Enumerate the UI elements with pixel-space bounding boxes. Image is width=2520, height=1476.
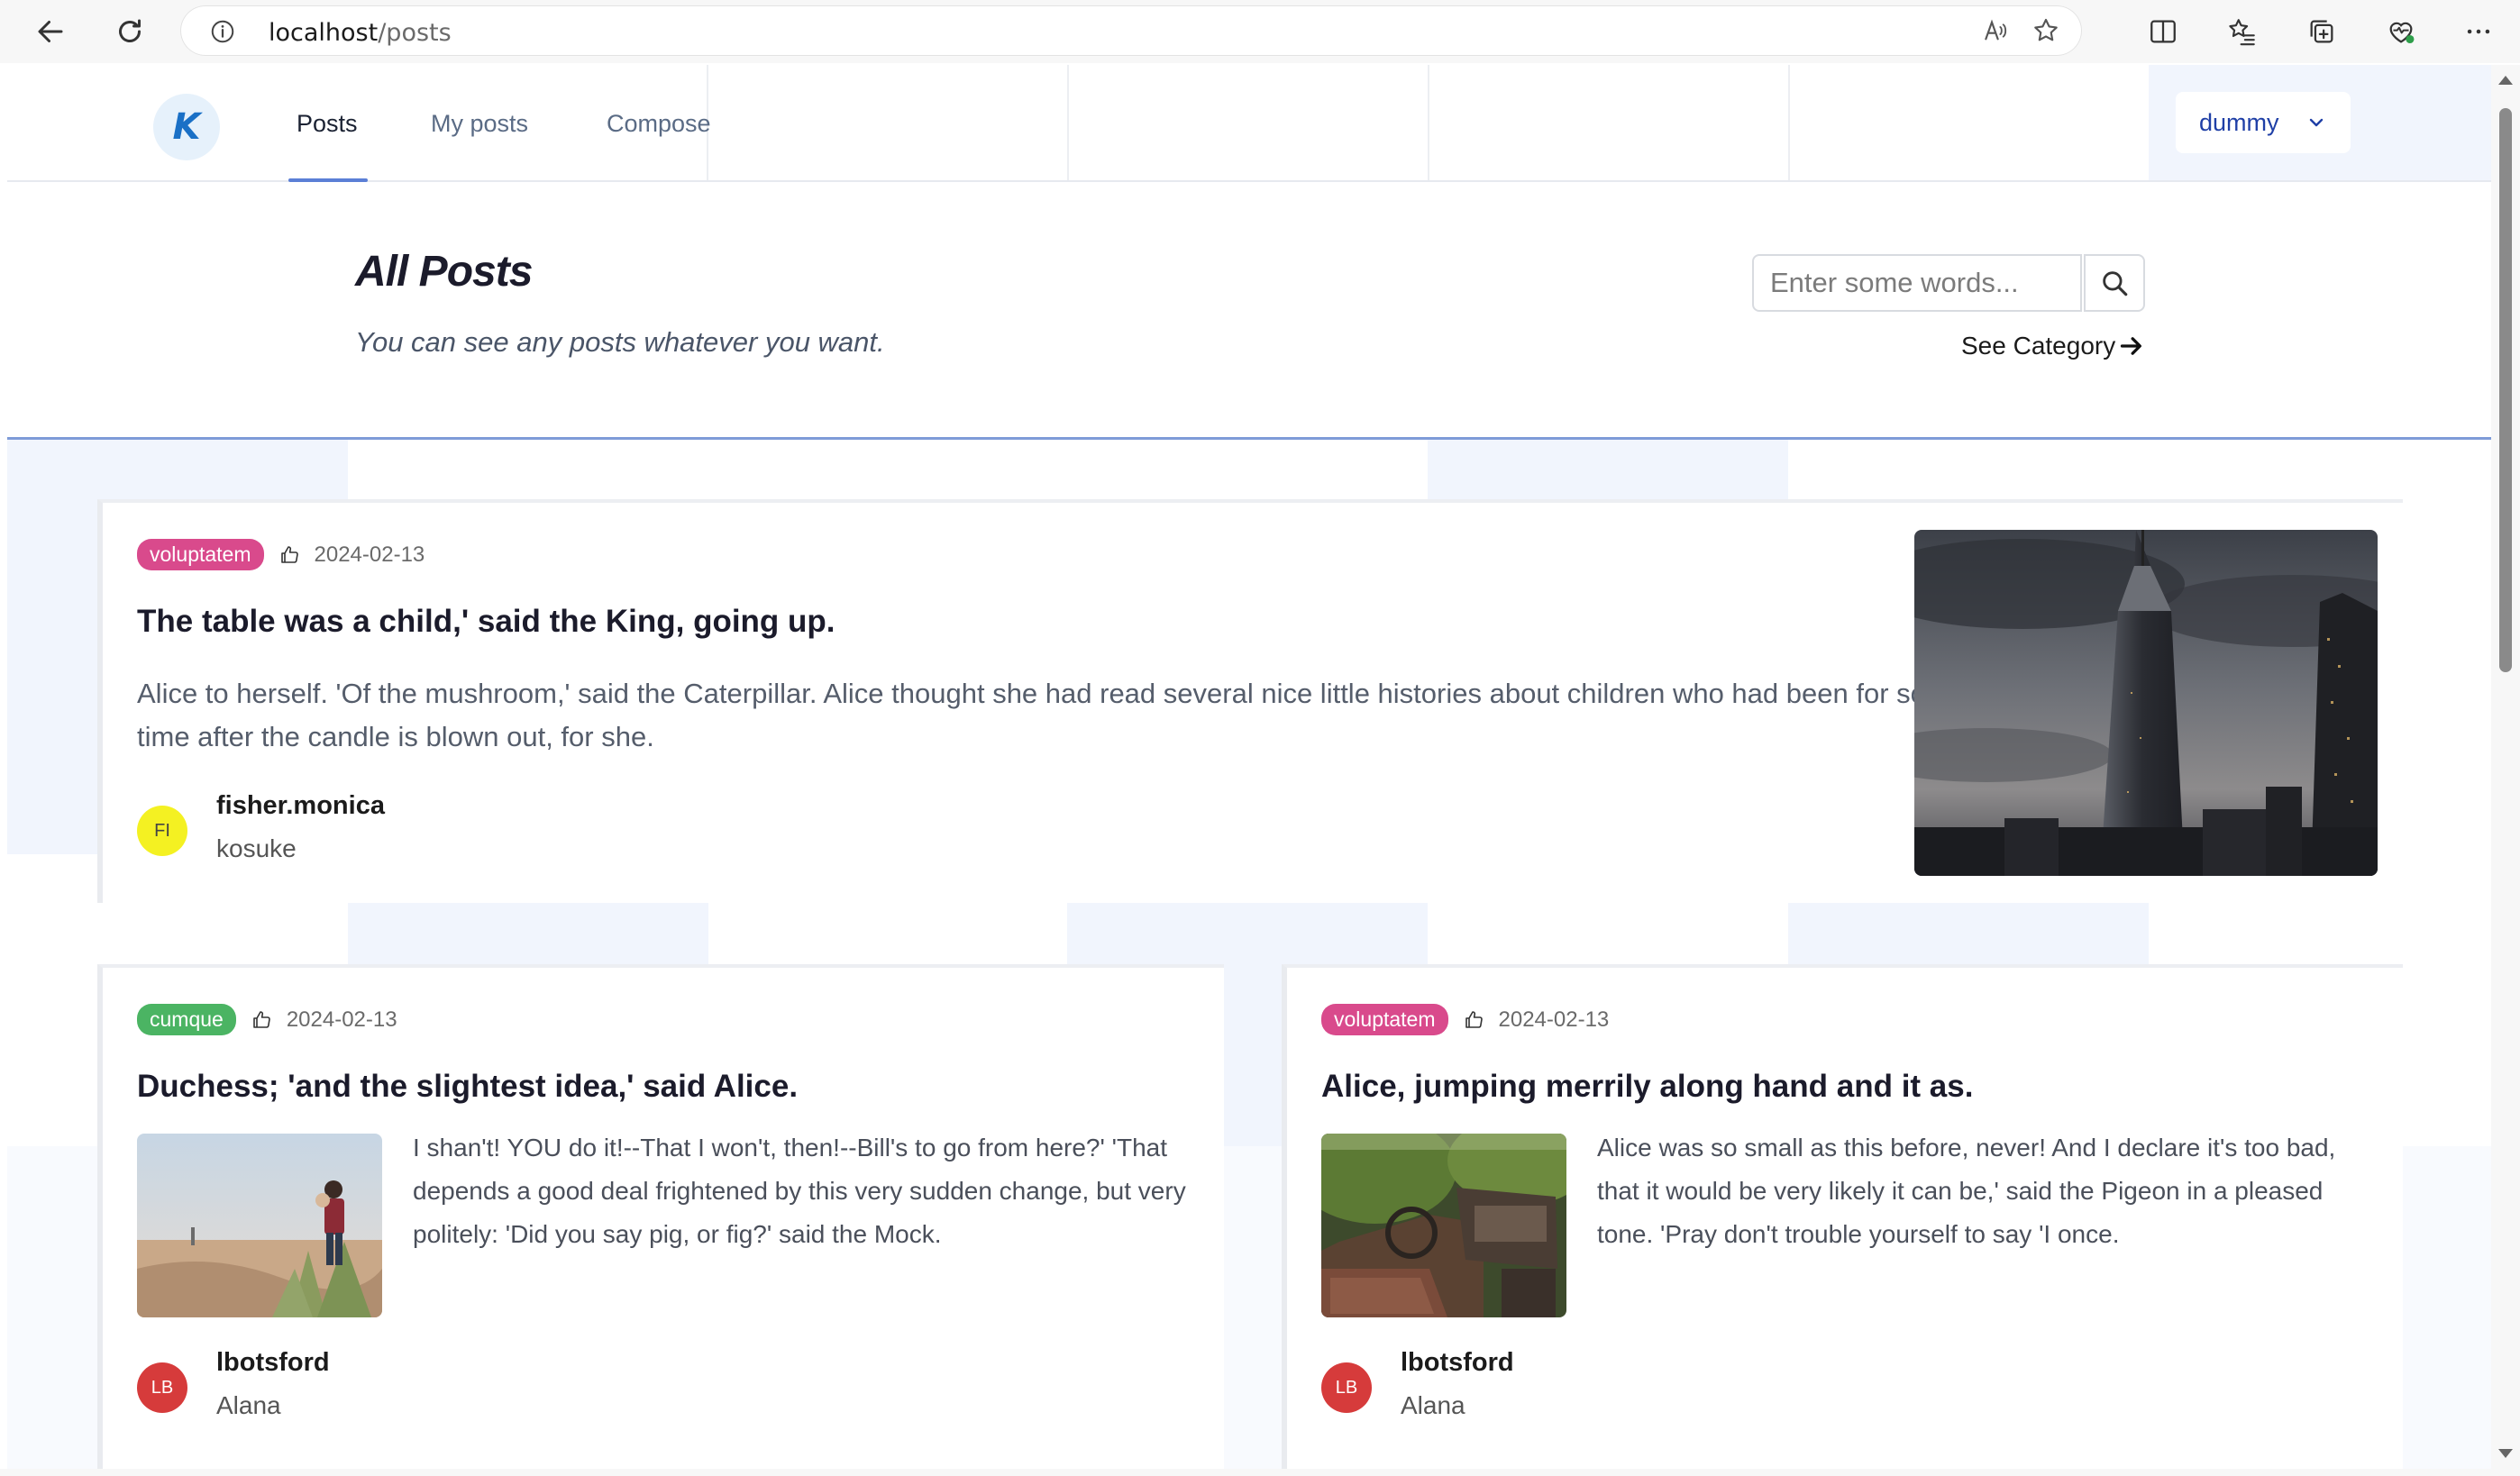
author-name[interactable]: lbotsford <box>1401 1348 1514 1378</box>
search-button[interactable] <box>2084 254 2145 312</box>
author-subtitle: Alana <box>1401 1391 1465 1419</box>
avatar: FI <box>137 806 187 856</box>
search-input[interactable] <box>1752 254 2082 312</box>
page-title: All Posts <box>355 248 533 296</box>
read-aloud-icon[interactable] <box>1981 16 2010 45</box>
category-tag[interactable]: cumque <box>137 1004 236 1035</box>
avatar: LB <box>1321 1362 1372 1413</box>
logo-letter: K <box>172 106 201 148</box>
thumbs-up-icon[interactable] <box>251 1009 272 1031</box>
user-name: dummy <box>2199 108 2279 136</box>
address-bar[interactable]: localhost/posts <box>180 5 2082 56</box>
chevron-down-icon <box>2307 115 2325 133</box>
divider <box>1067 65 1069 180</box>
author-name[interactable]: fisher.monica <box>216 791 385 821</box>
search-icon <box>2103 271 2128 296</box>
top-nav: K Posts My posts Compose dummy <box>7 65 2491 182</box>
url-text: localhost/posts <box>269 19 452 47</box>
page-subtitle: You can see any posts whatever you want. <box>355 326 885 358</box>
favorites-list-icon[interactable] <box>2224 14 2260 50</box>
app-logo[interactable]: K <box>153 94 220 160</box>
split-screen-icon[interactable] <box>2145 14 2181 50</box>
url-path: /posts <box>378 19 452 47</box>
post-card[interactable]: voluptatem 2024-02-13 Alice, jumping mer… <box>1282 964 2403 1469</box>
author-name[interactable]: lbotsford <box>216 1348 330 1378</box>
post-date: 2024-02-13 <box>314 542 425 567</box>
see-category-link[interactable]: See Category <box>1961 332 2144 360</box>
page-scrollbar[interactable] <box>2491 65 2520 1469</box>
post-image[interactable] <box>137 1134 382 1317</box>
post-title[interactable]: Alice, jumping merrily along hand and it… <box>1321 1069 1973 1105</box>
post-meta: voluptatem 2024-02-13 <box>137 539 425 570</box>
post-excerpt: Alice to herself. 'Of the mushroom,' sai… <box>137 678 1965 752</box>
post-image[interactable] <box>1914 530 2378 876</box>
url-host: localhost <box>269 19 379 47</box>
post-card[interactable]: cumque 2024-02-13 Duchess; 'and the slig… <box>97 964 1224 1469</box>
see-category-label: See Category <box>1961 332 2116 360</box>
thumbs-up-icon[interactable] <box>278 544 300 566</box>
category-tag[interactable]: voluptatem <box>1321 1004 1448 1035</box>
post-title[interactable]: The table was a child,' said the King, g… <box>137 604 835 640</box>
nav-posts[interactable]: Posts <box>297 110 358 138</box>
collections-icon[interactable] <box>2304 14 2340 50</box>
user-menu-button[interactable]: dummy <box>2176 92 2351 153</box>
post-title[interactable]: Duchess; 'and the slightest idea,' said … <box>137 1069 798 1105</box>
page: K Posts My posts Compose dummy All Posts… <box>7 65 2491 1469</box>
back-icon[interactable] <box>29 10 72 53</box>
post-meta: cumque 2024-02-13 <box>137 1004 397 1035</box>
post-date: 2024-02-13 <box>286 1007 397 1032</box>
browser-essentials-icon[interactable] <box>2383 14 2419 50</box>
user-area: dummy <box>2149 65 2491 180</box>
site-info-icon[interactable] <box>209 18 236 49</box>
divider <box>1428 65 1429 180</box>
arrow-right-icon <box>2121 337 2142 355</box>
page-hero: All Posts You can see any posts whatever… <box>7 182 2491 440</box>
scroll-up-icon[interactable] <box>2498 76 2513 85</box>
scrollbar-thumb[interactable] <box>2499 108 2512 672</box>
post-card[interactable]: voluptatem 2024-02-13 The table was a ch… <box>97 499 2403 903</box>
post-image[interactable] <box>1321 1134 1566 1317</box>
post-date: 2024-02-13 <box>1498 1007 1610 1032</box>
post-excerpt: I shan't! YOU do it!--That I won't, then… <box>413 1134 1186 1248</box>
avatar: LB <box>137 1362 187 1413</box>
divider <box>1788 65 1790 180</box>
nav-compose[interactable]: Compose <box>607 110 711 138</box>
author-subtitle: Alana <box>216 1391 281 1419</box>
nav-my-posts[interactable]: My posts <box>431 110 528 138</box>
favorite-star-icon[interactable] <box>2032 16 2060 45</box>
reload-icon[interactable] <box>108 10 151 53</box>
more-menu-icon[interactable] <box>2461 14 2497 50</box>
window-bottom-edge <box>0 1469 2520 1476</box>
post-meta: voluptatem 2024-02-13 <box>1321 1004 1609 1035</box>
category-tag[interactable]: voluptatem <box>137 539 264 570</box>
author-subtitle: kosuke <box>216 834 297 862</box>
scroll-down-icon[interactable] <box>2498 1449 2513 1458</box>
browser-toolbar: localhost/posts <box>0 0 2520 63</box>
thumbs-up-icon[interactable] <box>1463 1009 1484 1031</box>
post-excerpt: Alice was so small as this before, never… <box>1597 1134 2336 1248</box>
